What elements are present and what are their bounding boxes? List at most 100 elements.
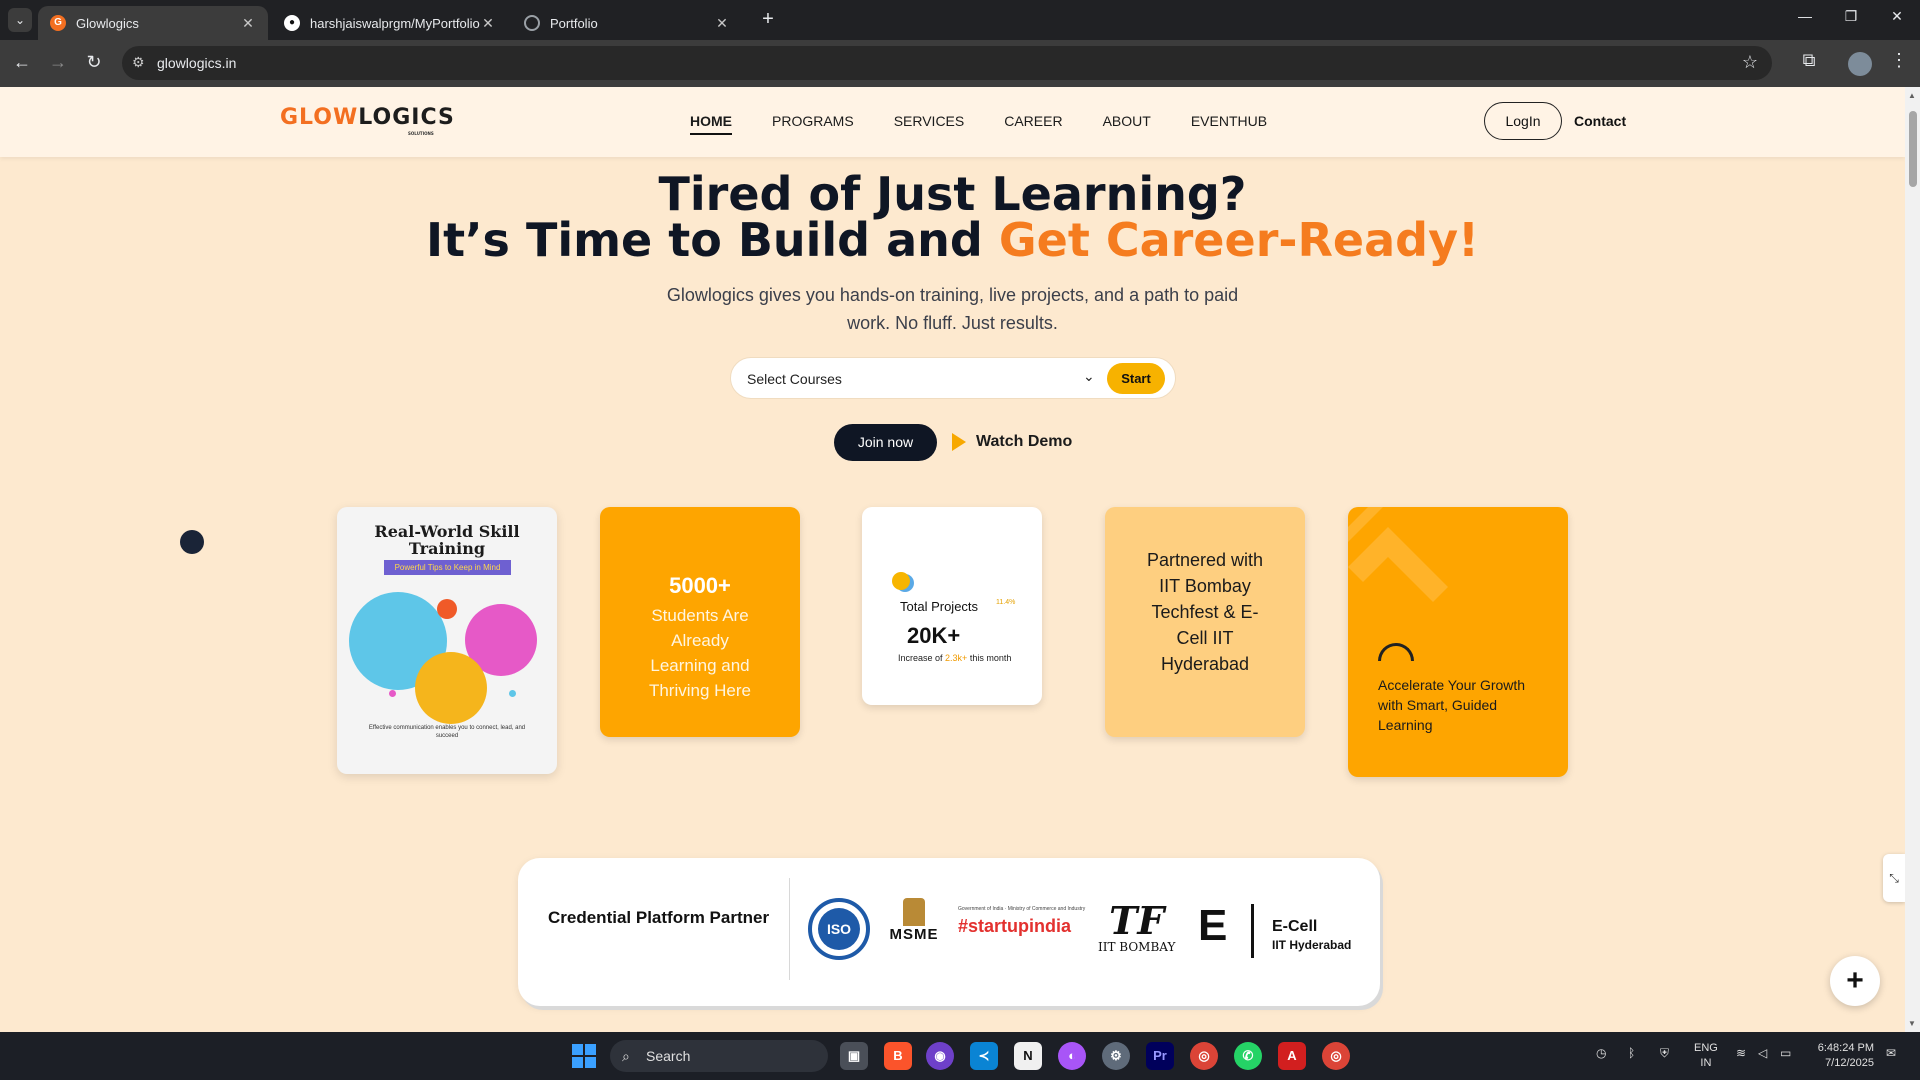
ecell-sub: IIT Hyderabad xyxy=(1272,938,1352,952)
partner-label: Credential Platform Partner xyxy=(548,908,770,927)
brave-icon[interactable]: B xyxy=(884,1042,912,1070)
partnered-text: Partnered with IIT Bombay Techfest & E-C… xyxy=(1146,550,1264,674)
logo-part1: GLOW xyxy=(280,105,359,130)
tab-glowlogics[interactable]: G Glowlogics ✕ xyxy=(38,6,268,40)
address-bar[interactable]: ⚙ glowlogics.in ☆ xyxy=(122,46,1772,80)
scroll-thumb[interactable] xyxy=(1909,111,1917,187)
iit-bombay-text: IIT BOMBAY xyxy=(1098,940,1176,954)
notification-icon[interactable]: ✉ xyxy=(1886,1046,1896,1060)
decorative-dot xyxy=(180,530,204,554)
page-scrollbar[interactable]: ▲ ▼ xyxy=(1905,87,1920,1032)
close-window-icon[interactable]: ✕ xyxy=(1882,8,1912,25)
projects-increase: Increase of 2.3k+ this month xyxy=(898,653,1011,663)
premiere-icon[interactable]: Pr xyxy=(1146,1042,1174,1070)
techfest-mark: TF xyxy=(1109,898,1165,943)
restore-icon[interactable]: ❐ xyxy=(1836,8,1866,25)
notion-icon[interactable]: N xyxy=(1014,1042,1042,1070)
ecell-mark: E xyxy=(1198,901,1228,950)
watch-demo-button[interactable]: Watch Demo xyxy=(952,433,1072,451)
iso-text: ISO xyxy=(818,908,860,950)
hero-title-line2: It’s Time to Build and Get Career-Ready! xyxy=(0,213,1905,267)
course-select[interactable]: Select Courses ⌄ Start xyxy=(730,357,1176,399)
nav-programs[interactable]: PROGRAMS xyxy=(772,113,854,135)
msme-logo: MSME xyxy=(886,898,942,943)
nav-about[interactable]: ABOUT xyxy=(1103,113,1151,135)
close-tab-icon[interactable]: ✕ xyxy=(714,15,730,32)
github-desktop-icon[interactable]: ◉ xyxy=(926,1042,954,1070)
startup-gov-text: Government of India · Ministry of Commer… xyxy=(958,906,1086,912)
web-page: GLOWLOGICS SOLUTIONS HOME PROGRAMS SERVI… xyxy=(0,87,1905,1032)
globe-favicon-icon xyxy=(524,15,540,31)
tab-title: Portfolio xyxy=(550,15,598,31)
whatsapp-icon[interactable]: ✆ xyxy=(1234,1042,1262,1070)
browser-tab-bar: ⌄ G Glowlogics ✕ ● harshjaiswalprgm/MyPo… xyxy=(0,0,1920,40)
msme-text: MSME xyxy=(889,926,939,943)
glowlogics-logo[interactable]: GLOWLOGICS SOLUTIONS xyxy=(280,105,455,136)
chrome-icon[interactable]: ◎ xyxy=(1190,1042,1218,1070)
task-view-icon[interactable]: ▣ xyxy=(840,1042,868,1070)
skill-card-title: Real-World Skill Training xyxy=(374,522,520,558)
volume-icon[interactable]: ◁ xyxy=(1758,1046,1767,1060)
logo-sub: SOLUTIONS xyxy=(408,131,434,136)
security-icon[interactable]: ⛨ xyxy=(1660,1046,1669,1061)
nav-eventhub[interactable]: EVENTHUB xyxy=(1191,113,1267,135)
close-tab-icon[interactable]: ✕ xyxy=(240,15,256,32)
ecell-name: E-Cell xyxy=(1272,918,1318,935)
tab-github[interactable]: ● harshjaiswalprgm/MyPortfolio ✕ xyxy=(272,6,508,40)
start-button[interactable]: Start xyxy=(1107,363,1165,394)
acrobat-icon[interactable]: A xyxy=(1278,1042,1306,1070)
new-tab-icon[interactable]: + xyxy=(756,8,780,31)
emblem-icon xyxy=(903,898,925,926)
system-clock[interactable]: 6:48:24 PM 7/12/2025 xyxy=(1812,1041,1874,1071)
minimize-icon[interactable]: — xyxy=(1790,8,1820,24)
contact-link[interactable]: Contact xyxy=(1574,113,1626,129)
profile-avatar[interactable] xyxy=(1848,52,1872,76)
lang-line2: IN xyxy=(1700,1057,1712,1069)
login-button[interactable]: LogIn xyxy=(1484,102,1562,140)
nav-career[interactable]: CAREER xyxy=(1004,113,1062,135)
close-tab-icon[interactable]: ✕ xyxy=(480,15,496,32)
taskbar-search[interactable]: ⌕ Search xyxy=(610,1040,828,1072)
reload-icon[interactable]: ↻ xyxy=(82,52,106,73)
language-indicator[interactable]: ENG IN xyxy=(1694,1041,1718,1071)
clock-tray-icon[interactable]: ◷ xyxy=(1596,1046,1606,1060)
floating-plus-button[interactable]: + xyxy=(1830,956,1880,1006)
partner-strip: Credential Platform Partner ISO MSME Gov… xyxy=(518,858,1380,1006)
scroll-up-icon[interactable]: ▲ xyxy=(1908,91,1916,100)
ecell-divider xyxy=(1251,904,1254,958)
side-feedback-tab[interactable]: ⤡ xyxy=(1883,854,1905,902)
windows-start-icon[interactable] xyxy=(572,1044,596,1068)
wifi-icon[interactable]: ≋ xyxy=(1736,1046,1746,1060)
menu-dots-icon[interactable]: ⋮ xyxy=(1886,50,1912,71)
settings-icon[interactable]: ⚙ xyxy=(1102,1042,1130,1070)
nav-home[interactable]: HOME xyxy=(690,113,732,135)
tab-search-icon[interactable]: ⌄ xyxy=(8,8,32,32)
chevron-decor-icon xyxy=(1348,507,1448,602)
back-icon[interactable]: ← xyxy=(10,52,34,73)
search-icon: ⌕ xyxy=(622,1048,630,1064)
increase-value: 2.3k+ xyxy=(945,653,968,663)
browser-toolbar: ← → ↻ ⚙ glowlogics.in ☆ ⧉ ⋮ xyxy=(0,40,1920,87)
accelerate-text: Accelerate Your Growth with Smart, Guide… xyxy=(1378,677,1526,733)
iit-bombay-logo: TF IIT BOMBAY xyxy=(1098,898,1176,955)
nav-services[interactable]: SERVICES xyxy=(894,113,965,135)
extensions-icon[interactable]: ⧉ xyxy=(1796,50,1822,71)
scroll-down-icon[interactable]: ▼ xyxy=(1908,1019,1916,1028)
increase-suffix: this month xyxy=(967,653,1012,663)
students-text: Students Are Already Learning and Thrivi… xyxy=(648,606,752,700)
site-info-icon[interactable]: ⚙ xyxy=(132,54,145,71)
projects-label: Total Projects xyxy=(900,599,979,614)
github-favicon-icon: ● xyxy=(284,15,300,31)
chrome-active-icon[interactable]: ◎ xyxy=(1322,1042,1350,1070)
vscode-icon[interactable]: ≺ xyxy=(970,1042,998,1070)
startupindia-logo: Government of India · Ministry of Commer… xyxy=(958,906,1085,937)
bookmark-star-icon[interactable]: ☆ xyxy=(1742,52,1758,73)
battery-icon[interactable]: ▭ xyxy=(1780,1046,1791,1060)
forward-icon[interactable]: → xyxy=(46,52,70,73)
bluetooth-icon[interactable]: ᛒ xyxy=(1628,1046,1635,1060)
url-text: glowlogics.in xyxy=(157,55,237,71)
tab-portfolio[interactable]: Portfolio ✕ xyxy=(512,6,742,40)
join-now-button[interactable]: Join now xyxy=(834,424,937,461)
arc-icon[interactable]: ◐ xyxy=(1058,1042,1086,1070)
projects-card: Total Projects 11.4% 20K+ Increase of 2.… xyxy=(862,507,1042,705)
